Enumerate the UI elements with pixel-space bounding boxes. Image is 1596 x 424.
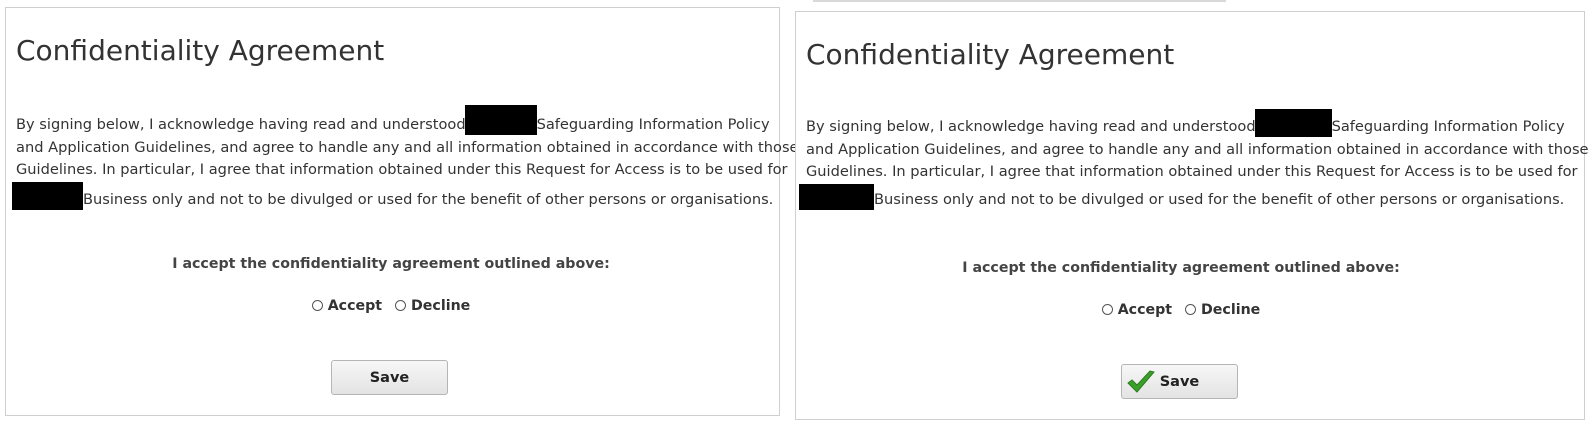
redaction-block xyxy=(12,181,83,210)
top-divider xyxy=(813,0,1226,2)
redaction-block xyxy=(1254,109,1332,137)
save-button[interactable]: Save xyxy=(331,360,448,395)
decline-radio[interactable] xyxy=(395,300,407,311)
confidentiality-panel-right: Confidentiality Agreement By signing bel… xyxy=(795,11,1589,420)
accept-radio[interactable] xyxy=(1101,304,1113,315)
accept-prompt: I accept the confidentiality agreement o… xyxy=(962,260,1400,276)
page-title: Confidentiality Agreement xyxy=(16,34,385,67)
accept-option[interactable]: Accept xyxy=(1101,302,1173,318)
screenshot-stage: Confidentiality Agreement By signing bel… xyxy=(0,0,1596,424)
agreement-line-2: and Application Guidelines, and agree to… xyxy=(806,140,1589,158)
agreement-line-3: Guidelines. In particular, I agree that … xyxy=(806,163,1578,181)
agreement-line-1: By signing below, I acknowledge having r… xyxy=(806,109,1566,139)
decline-label: Decline xyxy=(1201,302,1261,318)
agreement-line-1: By signing below, I acknowledge having r… xyxy=(16,105,776,137)
accept-prompt: I accept the confidentiality agreement o… xyxy=(172,256,610,272)
decline-option[interactable]: Decline xyxy=(395,298,470,314)
decline-option[interactable]: Decline xyxy=(1185,302,1260,318)
agreement-text: By signing below, I acknowledge having r… xyxy=(12,105,799,212)
accept-decline-radio-group: Accept Decline xyxy=(796,302,1566,318)
decline-label: Decline xyxy=(411,298,471,314)
checkmark-icon xyxy=(1127,370,1155,393)
accept-option[interactable]: Accept xyxy=(311,298,383,314)
agreement-text: By signing below, I acknowledge having r… xyxy=(799,109,1589,212)
accept-decline-radio-group: Accept Decline xyxy=(6,298,776,314)
agreement-line-3: Guidelines. In particular, I agree that … xyxy=(16,161,788,179)
save-button[interactable]: Save xyxy=(1121,364,1238,399)
redaction-block xyxy=(464,105,537,135)
accept-label: Accept xyxy=(327,298,383,314)
save-button-label: Save xyxy=(369,369,410,386)
agreement-line-4: Business only and not to be divulged or … xyxy=(799,183,1566,212)
accept-label: Accept xyxy=(1117,302,1173,318)
save-button-label: Save xyxy=(1159,373,1200,390)
accept-radio[interactable] xyxy=(311,300,323,311)
redaction-block xyxy=(799,183,874,210)
page-title: Confidentiality Agreement xyxy=(806,38,1175,71)
agreement-line-4: Business only and not to be divulged or … xyxy=(12,181,776,212)
decline-radio[interactable] xyxy=(1185,304,1197,315)
agreement-line-2: and Application Guidelines, and agree to… xyxy=(16,138,799,156)
confidentiality-panel-left: Confidentiality Agreement By signing bel… xyxy=(5,7,799,416)
